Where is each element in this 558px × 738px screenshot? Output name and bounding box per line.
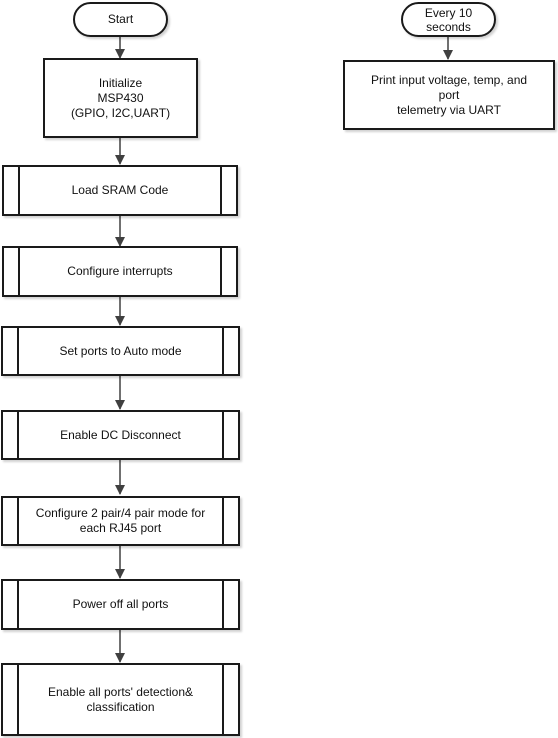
process-label: Initialize MSP430 (GPIO, I2C,UART): [70, 75, 171, 120]
process-print-telemetry: Print input voltage, temp, and port tele…: [343, 60, 555, 130]
subprocess-load-sram-code: Load SRAM Code: [2, 165, 238, 216]
subprocess-configure-interrupts: Configure interrupts: [2, 246, 238, 297]
subprocess-set-ports-auto: Set ports to Auto mode: [1, 326, 240, 376]
process-initialize-msp430: Initialize MSP430 (GPIO, I2C,UART): [43, 58, 198, 138]
start-terminal: Start: [73, 2, 168, 37]
process-label: Configure interrupts: [67, 264, 173, 278]
subprocess-power-off-ports: Power off all ports: [1, 579, 240, 630]
process-label: Set ports to Auto mode: [59, 343, 182, 358]
process-label: Print input voltage, temp, and port tele…: [370, 72, 528, 117]
start-label: Start: [107, 12, 134, 26]
subprocess-configure-pair-mode: Configure 2 pair/4 pair mode for each RJ…: [1, 496, 240, 546]
timer-terminal: Every 10 seconds: [401, 2, 496, 37]
process-label: Power off all ports: [72, 597, 169, 611]
process-label: Configure 2 pair/4 pair mode for each RJ…: [35, 506, 206, 535]
subprocess-enable-dc-disconnect: Enable DC Disconnect: [1, 410, 240, 460]
process-label: Enable DC Disconnect: [60, 427, 181, 442]
process-label: Load SRAM Code: [71, 183, 169, 197]
subprocess-enable-detection-classification: Enable all ports' detection& classificat…: [1, 663, 240, 736]
process-label: Enable all ports' detection& classificat…: [47, 684, 194, 714]
timer-label: Every 10 seconds: [424, 5, 473, 34]
